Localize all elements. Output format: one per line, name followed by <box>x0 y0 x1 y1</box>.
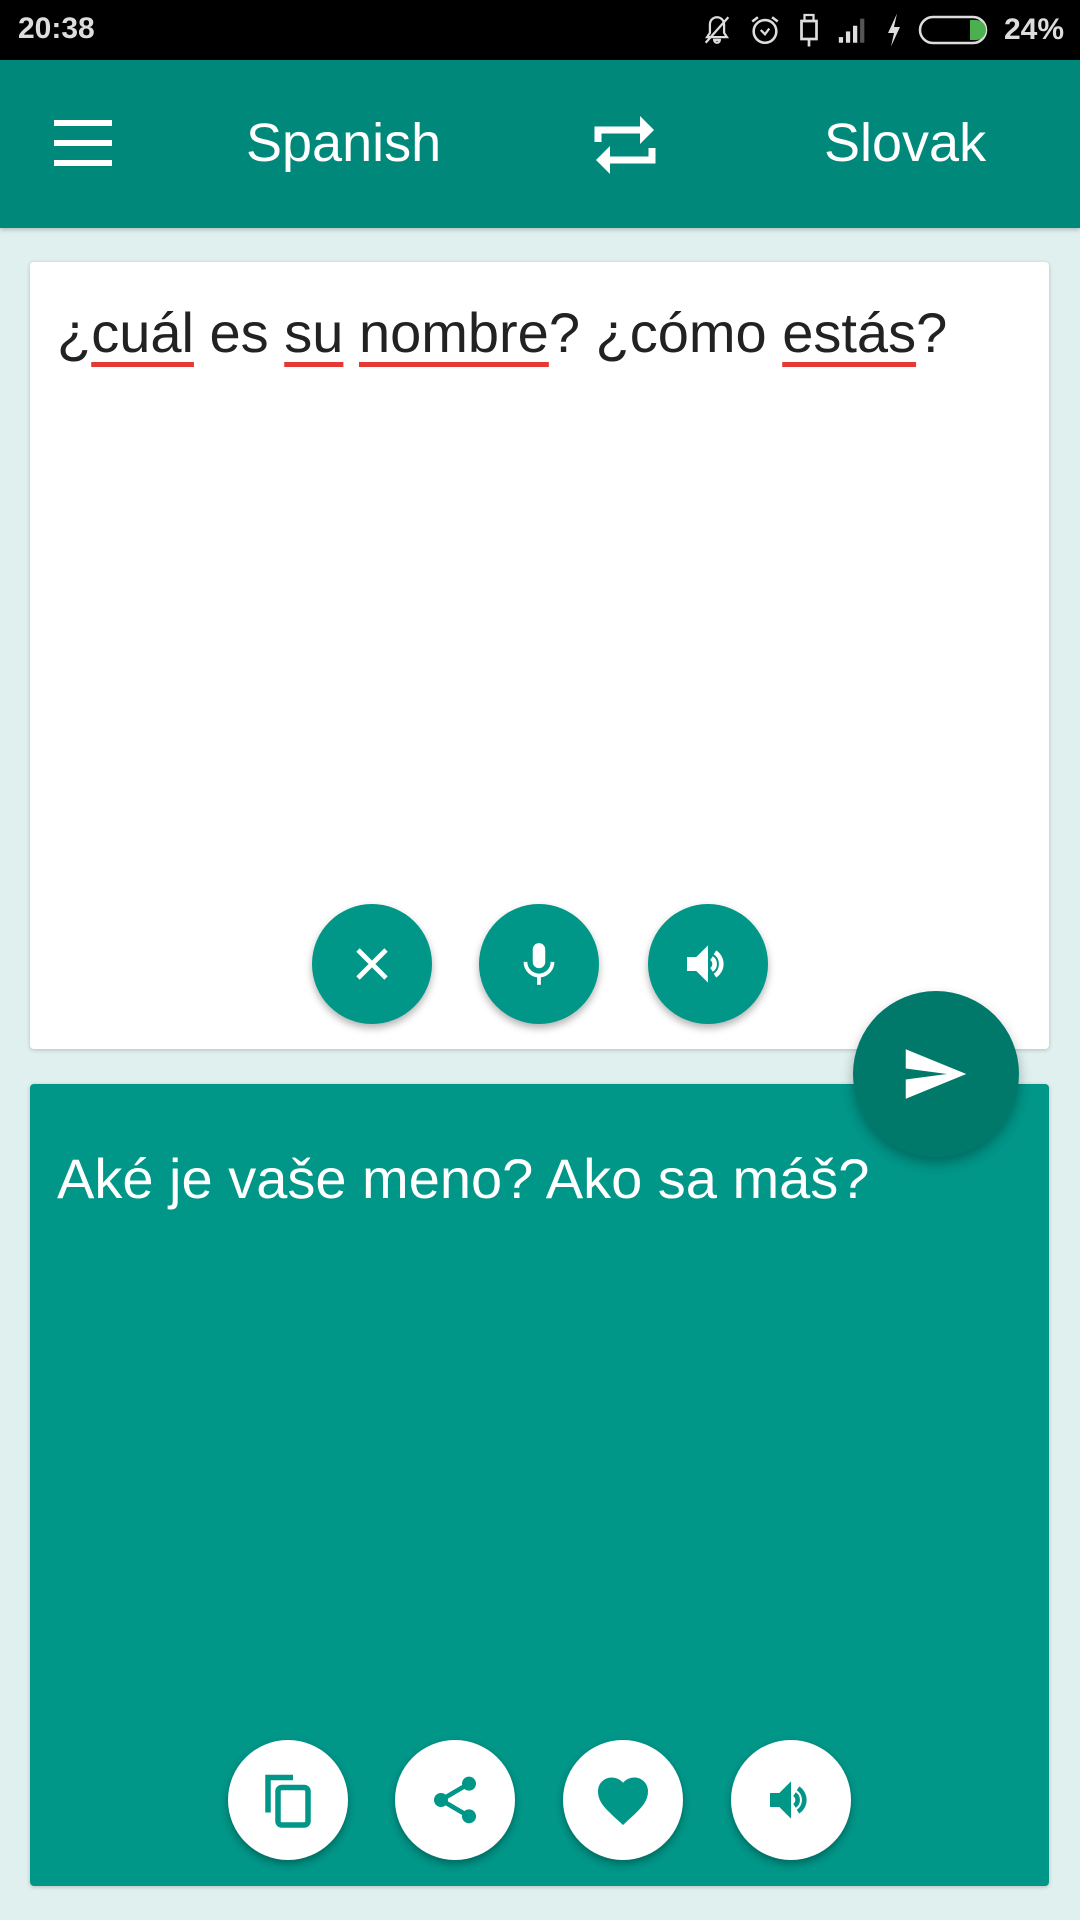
charging-icon <box>887 13 900 47</box>
share-button[interactable] <box>395 1740 515 1860</box>
alarm-icon <box>751 16 779 45</box>
text-segment <box>343 301 359 364</box>
battery-percent: 24% <box>1003 13 1064 46</box>
usb-icon <box>800 13 818 47</box>
status-bar: 20:38 24% <box>0 0 1080 60</box>
target-language-button[interactable]: Slovak <box>824 112 986 174</box>
text-segment: es <box>193 301 285 364</box>
microphone-icon <box>523 943 555 985</box>
speak-translation-button[interactable] <box>731 1740 851 1860</box>
microphone-button[interactable] <box>479 904 599 1024</box>
speaker-icon <box>770 1781 807 1819</box>
text-segment: ? ¿cómo <box>548 301 783 364</box>
text-segment: ¿ <box>57 301 92 364</box>
notifications-off-icon <box>704 16 730 44</box>
menu-icon[interactable] <box>54 120 112 166</box>
translated-text: Aké je vaše meno? Ako sa máš? <box>57 1147 870 1210</box>
clear-button[interactable] <box>312 904 432 1024</box>
input-card[interactable]: ¿cuál es su nombre? ¿cómo estás? <box>30 262 1049 1049</box>
misspelled-word[interactable]: cuál <box>91 301 194 364</box>
app-bar: Spanish Slovak <box>0 60 1080 228</box>
status-time: 20:38 <box>18 12 95 45</box>
signal-icon <box>838 18 865 43</box>
send-icon <box>905 1049 967 1099</box>
misspelled-word[interactable]: su <box>284 301 343 364</box>
share-icon <box>434 1776 476 1824</box>
text-segment: ? <box>916 301 948 364</box>
translate-button[interactable] <box>853 991 1019 1157</box>
speaker-icon <box>687 945 724 983</box>
source-text-input[interactable]: ¿cuál es su nombre? ¿cómo estás? <box>57 300 947 365</box>
source-language-button[interactable]: Spanish <box>246 112 441 174</box>
swap-languages-icon[interactable] <box>590 112 660 178</box>
copy-icon <box>265 1774 311 1828</box>
output-card: Aké je vaše meno? Ako sa máš? <box>30 1084 1049 1886</box>
copy-button[interactable] <box>228 1740 348 1860</box>
misspelled-word[interactable]: estás <box>782 301 916 364</box>
clear-icon <box>356 948 388 980</box>
speak-source-button[interactable] <box>648 904 768 1024</box>
favorite-icon <box>598 1777 648 1825</box>
favorite-button[interactable] <box>563 1740 683 1860</box>
battery-icon <box>918 15 988 45</box>
misspelled-word[interactable]: nombre <box>359 301 549 364</box>
